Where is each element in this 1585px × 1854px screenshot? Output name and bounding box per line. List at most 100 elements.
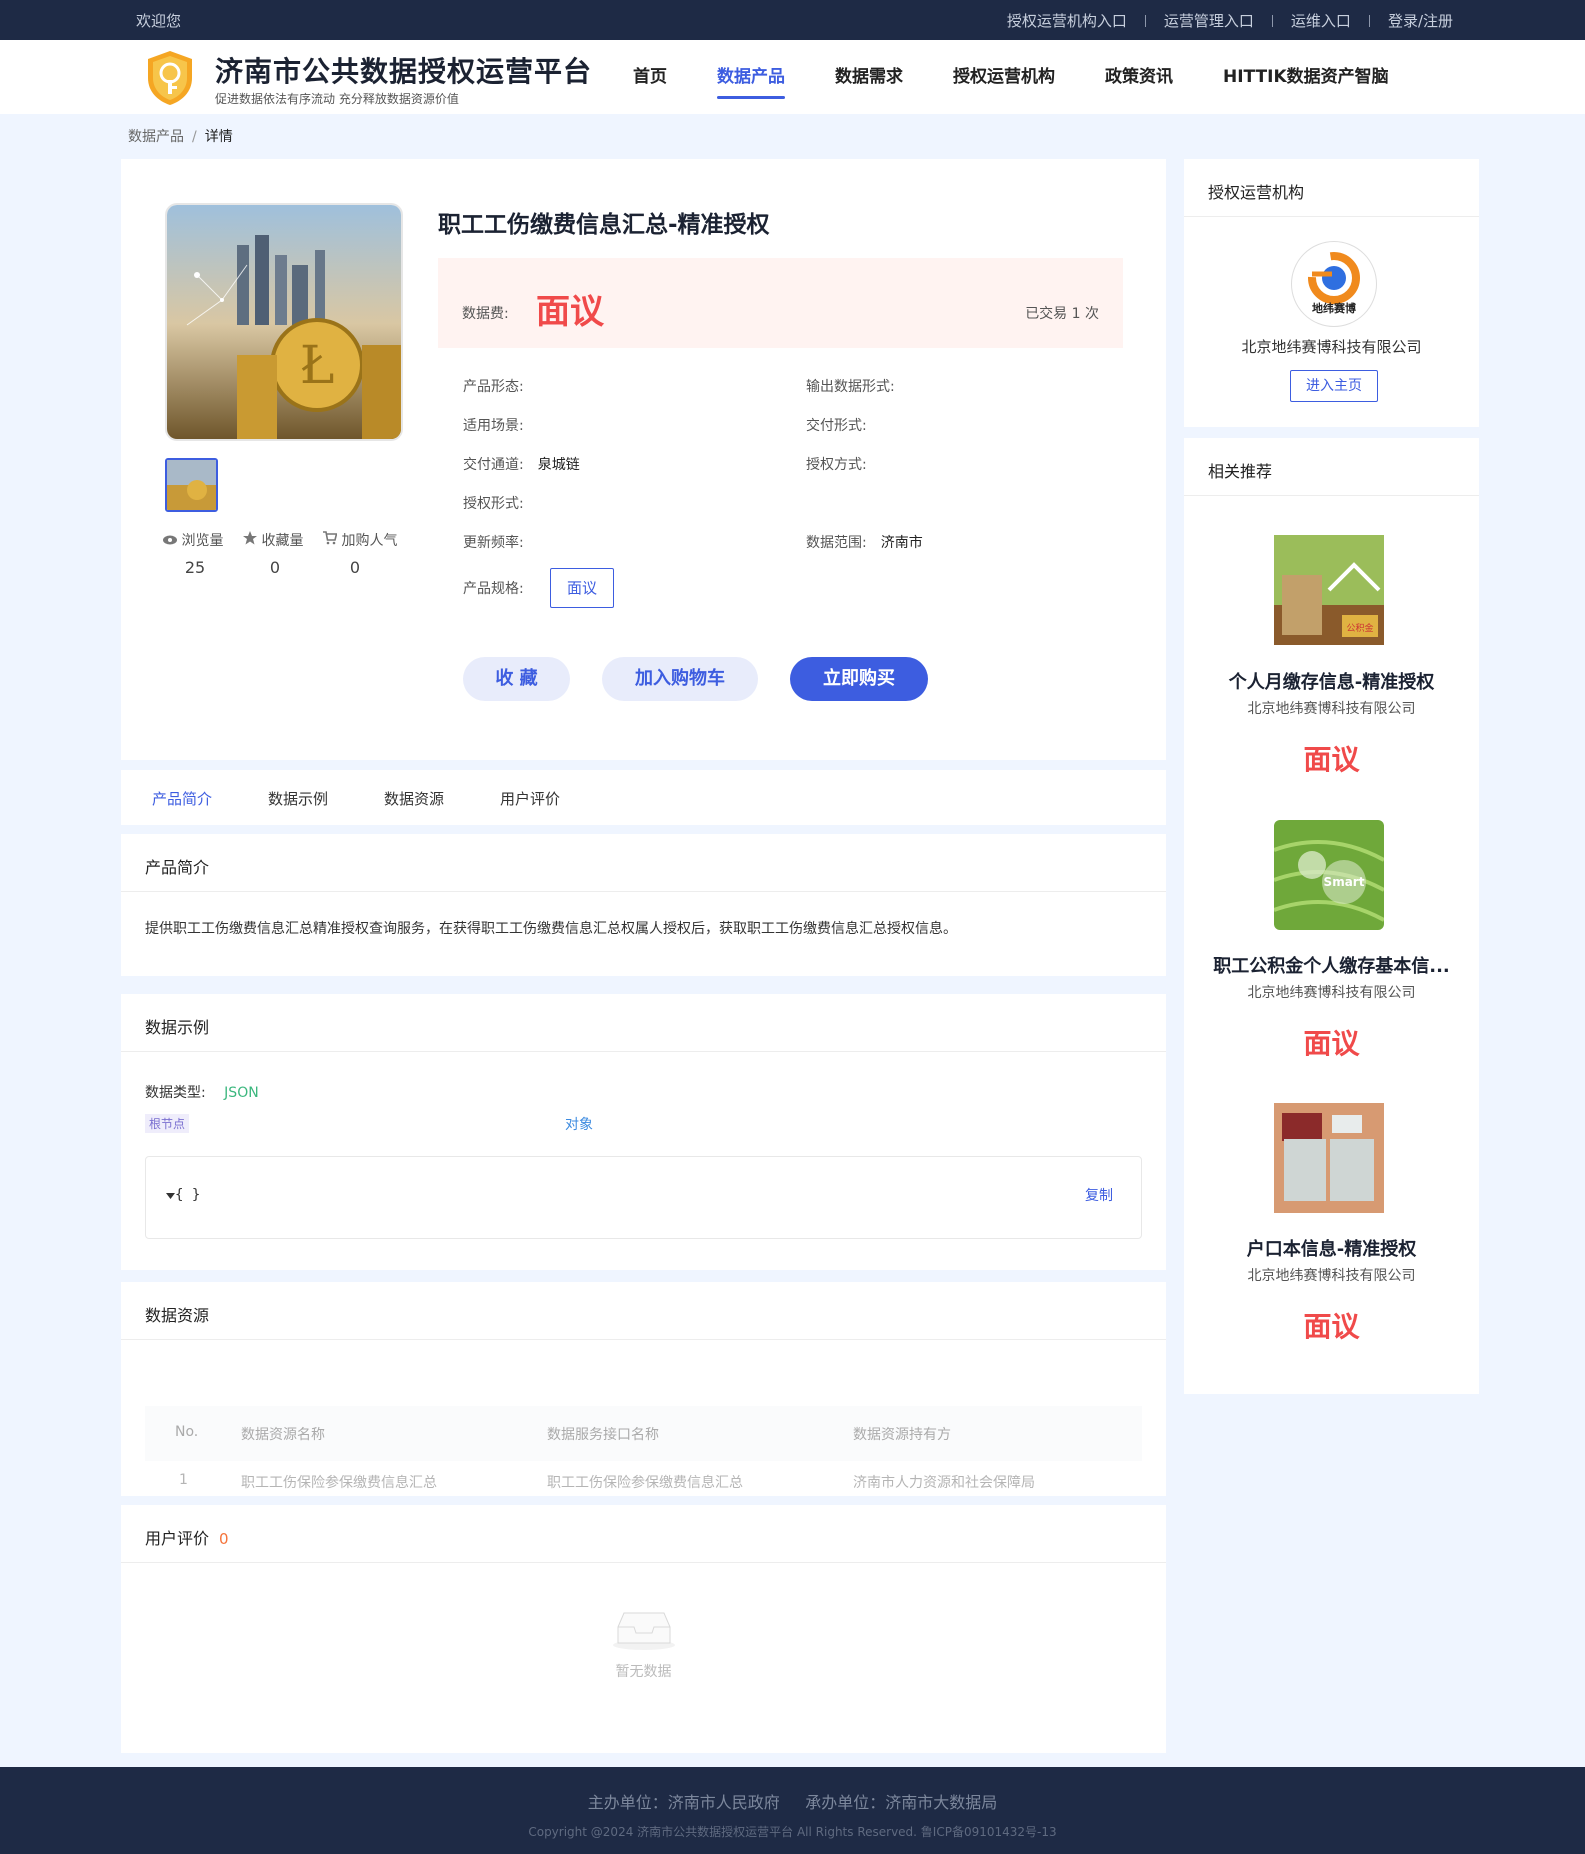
col-holder: 数据资源持有方	[853, 1427, 951, 1443]
data-type-value: JSON	[224, 1085, 259, 1101]
nav-policy-news[interactable]: 政策资讯	[1105, 62, 1173, 99]
attr-label: 数据范围:	[806, 535, 867, 551]
root-node-type: 对象	[565, 1117, 593, 1133]
reviews-count: 0	[219, 1530, 229, 1548]
caret-down-icon[interactable]	[166, 1193, 175, 1199]
attr-auth-form: 授权形式:	[463, 493, 538, 513]
breadcrumb: 数据产品 / 详情	[128, 126, 233, 146]
cell-holder: 济南市人力资源和社会保障局	[853, 1475, 1035, 1491]
site-header: 济南市公共数据授权运营平台 促进数据依法有序流动 充分释放数据资源价值 首页 数…	[0, 40, 1585, 114]
footer-copyright: Copyright @2024 济南市公共数据授权运营平台 All Rights…	[528, 1825, 1057, 1839]
ops-admin-link[interactable]: 运营管理入口	[1164, 10, 1254, 31]
empty-inbox-icon	[613, 1612, 675, 1650]
empty-text: 暂无数据	[615, 1664, 672, 1680]
attr-label: 输出数据形式:	[806, 379, 895, 395]
svg-text:Ł: Ł	[300, 336, 335, 396]
tab-reviews[interactable]: 用户评价	[500, 788, 560, 809]
attr-label: 产品规格:	[463, 581, 524, 597]
nav-home[interactable]: 首页	[633, 62, 667, 99]
copy-button[interactable]: 复制	[1085, 1185, 1113, 1205]
attr-auth-method: 授权方式:	[806, 454, 881, 474]
org-entry-link[interactable]: 授权运营机构入口	[1007, 10, 1127, 31]
add-to-cart-button[interactable]: 加入购物车	[602, 657, 758, 701]
stat-value: 0	[269, 558, 281, 577]
product-thumbnail[interactable]	[165, 458, 218, 512]
breadcrumb-parent[interactable]: 数据产品	[128, 129, 184, 145]
section-heading: 产品简介	[121, 834, 1166, 892]
star-icon	[243, 531, 257, 545]
top-bar: 欢迎您 授权运营机构入口 运营管理入口 运维入口 登录/注册	[0, 0, 1585, 40]
nav-hittik[interactable]: HITTIK数据资产智脑	[1223, 62, 1389, 99]
recommend-title[interactable]: 职工公积金个人缴存基本信...	[1184, 952, 1479, 978]
stat-value: 0	[349, 558, 361, 577]
attr-range: 数据范围: 济南市	[806, 532, 923, 552]
json-tree[interactable]: { }	[166, 1187, 200, 1203]
stat-label: 加购人气	[341, 533, 398, 549]
favorite-button[interactable]: 收 藏	[463, 657, 570, 701]
stat-value: 25	[184, 558, 206, 577]
divider	[1144, 14, 1146, 27]
data-type-label: 数据类型:	[145, 1085, 206, 1101]
divider	[1368, 14, 1370, 27]
resources-section: 数据资源 No. 数据资源名称 数据服务接口名称 数据资源持有方 1 职工工伤保…	[121, 1282, 1166, 1496]
nav-data-demand[interactable]: 数据需求	[835, 62, 903, 99]
tab-intro[interactable]: 产品简介	[152, 788, 212, 809]
site-title[interactable]: 济南市公共数据授权运营平台	[215, 50, 592, 90]
product-title: 职工工伤缴费信息汇总-精准授权	[438, 212, 770, 238]
top-links: 授权运营机构入口 运营管理入口 运维入口 登录/注册	[1007, 10, 1453, 31]
attr-form: 产品形态:	[463, 376, 538, 396]
recommend-price: 面议	[1303, 1027, 1360, 1060]
tab-example[interactable]: 数据示例	[268, 788, 328, 809]
recommend-image[interactable]: 公积金	[1274, 535, 1384, 645]
intro-text: 提供职工工伤缴费信息汇总精准授权查询服务，在获得职工工伤缴费信息汇总权属人授权后…	[145, 921, 957, 937]
col-interface-name: 数据服务接口名称	[547, 1427, 659, 1443]
section-heading: 数据示例	[121, 994, 1166, 1052]
attr-label: 交付形式:	[806, 418, 867, 434]
attr-scene: 适用场景:	[463, 415, 538, 435]
attr-spec: 产品规格:	[463, 578, 524, 598]
stat-views: 浏览量 25	[163, 530, 243, 577]
shield-logo-icon[interactable]	[140, 48, 200, 108]
cell-no: 1	[179, 1472, 188, 1488]
table-row: 1 职工工伤保险参保缴费信息汇总 职工工伤保险参保缴费信息汇总 济南市人力资源和…	[145, 1464, 1142, 1496]
attr-label: 适用场景:	[463, 418, 524, 434]
recommend-org: 北京地纬赛博科技有限公司	[1247, 1268, 1416, 1284]
price-value: 面议	[536, 292, 604, 332]
spec-option-button[interactable]: 面议	[550, 568, 614, 608]
col-resource-name: 数据资源名称	[241, 1427, 325, 1443]
nav-orgs[interactable]: 授权运营机构	[953, 62, 1055, 99]
attr-label: 产品形态:	[463, 379, 524, 395]
recommend-image[interactable]	[1274, 1103, 1384, 1213]
enter-homepage-button[interactable]: 进入主页	[1290, 370, 1378, 402]
attr-frequency: 更新频率:	[463, 532, 538, 552]
col-no: No.	[175, 1424, 199, 1440]
stat-label: 浏览量	[181, 533, 224, 549]
breadcrumb-current: 详情	[204, 129, 233, 145]
tab-resources[interactable]: 数据资源	[384, 788, 444, 809]
login-register-link[interactable]: 登录/注册	[1388, 10, 1453, 31]
stat-favorites: 收藏量 0	[243, 530, 323, 577]
eye-icon	[163, 535, 177, 545]
detail-tabs: 产品简介 数据示例 数据资源 用户评价	[121, 770, 1166, 825]
section-heading: 数据资源	[121, 1282, 1166, 1340]
footer-sponsors: 主办单位：济南市人民政府 承办单位：济南市大数据局	[587, 1793, 998, 1812]
buy-now-button[interactable]: 立即购买	[790, 657, 928, 701]
attr-value: 济南市	[880, 535, 923, 551]
product-image[interactable]: Ł	[165, 203, 403, 441]
org-logo[interactable]: 地纬赛博	[1291, 241, 1377, 327]
nav-data-products[interactable]: 数据产品	[717, 62, 785, 99]
recommend-image[interactable]: Smart	[1274, 820, 1384, 930]
recommend-org: 北京地纬赛博科技有限公司	[1247, 701, 1416, 717]
side-heading: 授权运营机构	[1184, 159, 1479, 217]
maintenance-link[interactable]: 运维入口	[1291, 10, 1351, 31]
attr-value: 泉城链	[537, 457, 580, 473]
recommend-org: 北京地纬赛博科技有限公司	[1247, 985, 1416, 1001]
example-section: 数据示例 数据类型: JSON 根节点 对象 { } 复制	[121, 994, 1166, 1270]
recommend-card: 相关推荐 公积金 个人月缴存信息-精准授权 北京地纬赛博科技有限公司 面议 Sm…	[1184, 438, 1479, 1394]
cell-interface-name: 职工工伤保险参保缴费信息汇总	[547, 1475, 743, 1491]
product-stats: 浏览量 25 收藏量 0 加购人气 0	[163, 530, 403, 577]
table-header: No. 数据资源名称 数据服务接口名称 数据资源持有方	[145, 1406, 1142, 1461]
recommend-title[interactable]: 个人月缴存信息-精准授权	[1184, 668, 1479, 694]
recommend-title[interactable]: 户口本信息-精准授权	[1184, 1235, 1479, 1261]
reviews-section: 用户评价 0 暂无数据	[121, 1505, 1166, 1753]
